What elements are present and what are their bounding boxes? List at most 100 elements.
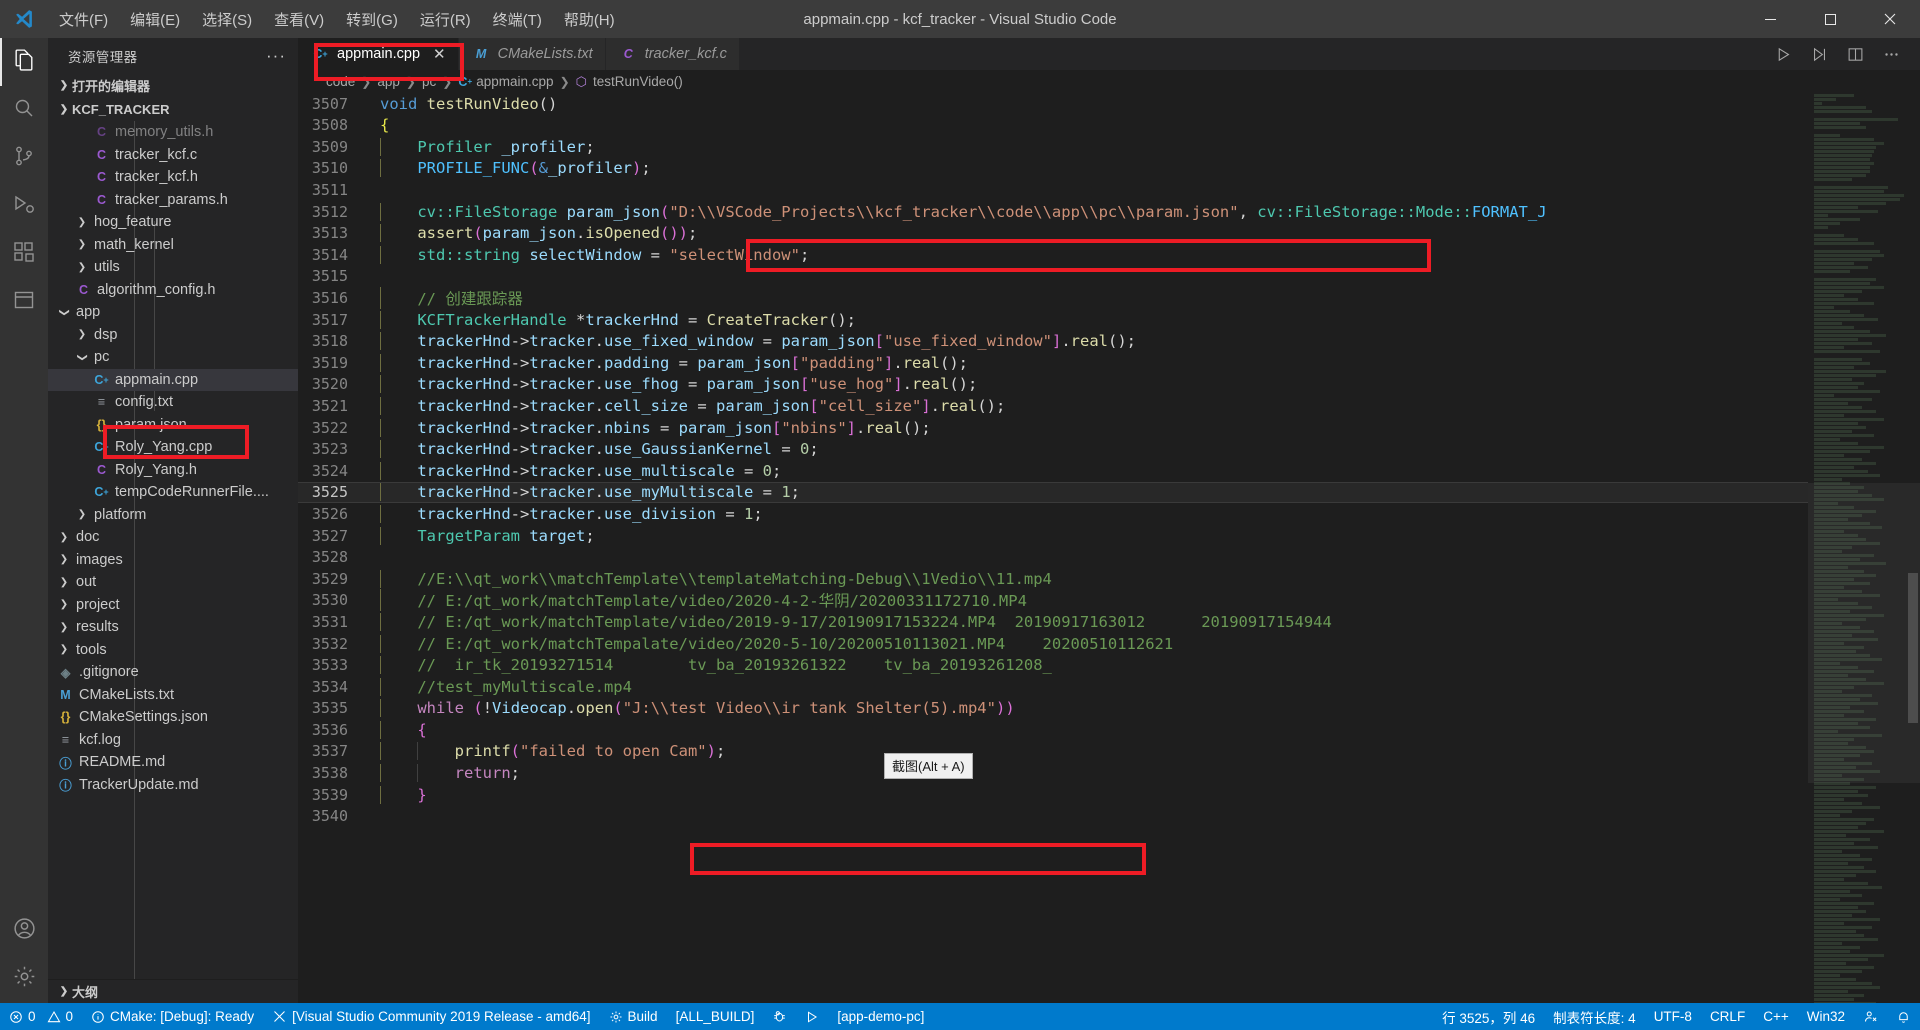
split-editor-icon[interactable] (1840, 39, 1870, 69)
activity-explorer[interactable] (0, 38, 48, 86)
tree-file[interactable]: ≡ kcf.log (48, 729, 298, 752)
code-line[interactable]: 3521 trackerHnd->tracker.cell_size = par… (298, 395, 1808, 417)
menu-go[interactable]: 转到(G) (335, 0, 409, 38)
tree-file[interactable]: Ctracker_params.h (48, 189, 298, 212)
tab-CMakeLists-txt[interactable]: M CMakeLists.txt (458, 38, 606, 71)
tree-folder[interactable]: ❯ results (48, 616, 298, 639)
code-line[interactable]: 3529 //E:\\qt_work\\matchTemplate\\templ… (298, 568, 1808, 590)
code-line[interactable]: 3528 (298, 546, 1808, 568)
tree-file[interactable]: Cmemory_utils.h (48, 121, 298, 144)
code-line[interactable]: 3532 // E:/qt_work/matchTempalate/video/… (298, 633, 1808, 655)
status-build[interactable]: Build (600, 1003, 667, 1030)
more-actions-icon[interactable] (1876, 39, 1906, 69)
code-line[interactable]: 3513 assert(param_json.isOpened()); (298, 222, 1808, 244)
minimap-slider[interactable] (1808, 482, 1920, 783)
tree-folder[interactable]: ❯ platform (48, 504, 298, 527)
code-line[interactable]: 3535 while (!Videocap.open("J:\\test Vid… (298, 697, 1808, 719)
code-line[interactable]: 3509 Profiler _profiler; (298, 136, 1808, 158)
tree-folder[interactable]: ❯ project (48, 594, 298, 617)
breadcrumb-item[interactable]: pc (422, 74, 436, 89)
run-and-debug-icon[interactable] (1804, 39, 1834, 69)
code-line[interactable]: 3525 trackerHnd->tracker.use_myMultiscal… (298, 481, 1808, 504)
code-line[interactable]: 3518 trackerHnd->tracker.use_fixed_windo… (298, 330, 1808, 352)
tree-folder[interactable]: ❯ doc (48, 526, 298, 549)
menu-view[interactable]: 查看(V) (263, 0, 335, 38)
menu-help[interactable]: 帮助(H) (553, 0, 626, 38)
status-eol[interactable]: CRLF (1701, 1003, 1754, 1030)
tree-file[interactable]: {} param.json (48, 414, 298, 437)
code-line[interactable]: 3523 trackerHnd->tracker.use_GaussianKer… (298, 438, 1808, 460)
menu-terminal[interactable]: 终端(T) (482, 0, 553, 38)
breadcrumb-item[interactable]: code (326, 74, 355, 89)
tree-file[interactable]: M CMakeLists.txt (48, 684, 298, 707)
tree-file[interactable]: Calgorithm_config.h (48, 279, 298, 302)
menu-bar[interactable]: 文件(F) 编辑(E) 选择(S) 查看(V) 转到(G) 运行(R) 终端(T… (48, 0, 626, 38)
breadcrumb-item[interactable]: C + appmain.cpp (458, 74, 553, 89)
code-line[interactable]: 3531 // E:/qt_work/matchTemplate/video/2… (298, 611, 1808, 633)
status-notifications[interactable] (1887, 1003, 1920, 1030)
tree-file[interactable]: ≡ config.txt (48, 391, 298, 414)
code-editor[interactable]: 3507 void testRunVideo() 3508{3509 Profile… (298, 92, 1920, 1003)
code-line[interactable]: 3527 TargetParam target; (298, 525, 1808, 547)
code-line[interactable]: 3526 trackerHnd->tracker.use_division = … (298, 503, 1808, 525)
tree-file[interactable]: C + Roly_Yang.cpp (48, 436, 298, 459)
code-line[interactable]: 3507 void testRunVideo() (298, 93, 1808, 115)
code-line[interactable]: 3520 trackerHnd->tracker.use_fhog = para… (298, 374, 1808, 396)
status-cmake[interactable]: CMake: [Debug]: Ready (82, 1003, 263, 1030)
tree-folder[interactable]: ❯ utils (48, 256, 298, 279)
status-indentation[interactable]: 制表符长度: 4 (1544, 1003, 1645, 1030)
status-launch-target[interactable]: [app-demo-pc] (828, 1003, 933, 1030)
status-build-target[interactable]: [ALL_BUILD] (667, 1003, 764, 1030)
breadcrumb[interactable]: code ❯ app ❯ pc ❯ C + appmain.cpp ❯ ⬡ testRunVideo(… (298, 70, 1920, 93)
code-line[interactable]: 3534 //test_myMultiscale.mp4 (298, 676, 1808, 698)
tree-folder[interactable]: ❯ images (48, 549, 298, 572)
tree-folder[interactable]: ❯ tools (48, 639, 298, 662)
explorer-more-icon[interactable]: ··· (266, 47, 286, 64)
activity-settings[interactable] (0, 955, 48, 1003)
menu-run[interactable]: 运行(R) (409, 0, 482, 38)
tab-list[interactable]: C + appmain.cpp ✕ M CMakeLists.txt Ctracker_kc… (298, 38, 740, 71)
code-line[interactable]: 3519 trackerHnd->tracker.padding = param… (298, 352, 1808, 374)
code-line[interactable]: 3508 { (298, 114, 1808, 136)
menu-selection[interactable]: 选择(S) (191, 0, 263, 38)
code-line[interactable]: 3524 trackerHnd->tracker.use_multiscale … (298, 460, 1808, 482)
code-line[interactable]: 3538 return; (298, 762, 1808, 784)
code-line[interactable]: 3537 printf("failed to open Cam"); (298, 741, 1808, 763)
close-button[interactable] (1860, 0, 1920, 38)
tree-file[interactable]: C + tempCodeRunnerFile.... (48, 481, 298, 504)
activity-accounts[interactable] (0, 907, 48, 955)
code-line[interactable]: 3515 (298, 266, 1808, 288)
code-line[interactable]: 3517 KCFTrackerHandle *trackerHnd = Crea… (298, 309, 1808, 331)
status-encoding[interactable]: UTF-8 (1645, 1003, 1701, 1030)
tree-file[interactable]: Ctracker_kcf.c (48, 144, 298, 167)
tree-file[interactable]: ⓘ TrackerUpdate.md (48, 774, 298, 797)
tree-folder[interactable]: ❯ app (48, 301, 298, 324)
activity-run-debug[interactable] (0, 182, 48, 230)
code-line[interactable]: 3530 // E:/qt_work/matchTemplate/video/2… (298, 589, 1808, 612)
status-feedback[interactable] (1854, 1003, 1887, 1030)
status-cmake-kit[interactable]: [Visual Studio Community 2019 Release - … (263, 1003, 599, 1030)
activity-search[interactable] (0, 86, 48, 134)
breadcrumb-item[interactable]: ⬡ testRunVideo() (576, 74, 683, 90)
code-line[interactable]: 3512 cv::FileStorage param_json("D:\\VSC… (298, 201, 1808, 223)
tab-appmain-cpp[interactable]: C + appmain.cpp ✕ (298, 38, 459, 71)
tree-folder[interactable]: ❯ out (48, 571, 298, 594)
code-line[interactable]: 3514 std::string selectWindow = "selectW… (298, 244, 1808, 266)
code-line[interactable]: 3540 (298, 805, 1808, 827)
status-cursor-position[interactable]: 行 3525，列 46 (1433, 1003, 1544, 1030)
open-editors-section[interactable]: ❯ 打开的编辑器 (48, 73, 298, 97)
tree-folder[interactable]: ❯ pc (48, 346, 298, 369)
status-platform[interactable]: Win32 (1798, 1003, 1854, 1030)
run-code-icon[interactable] (1768, 39, 1798, 69)
project-root-section[interactable]: ❯ KCF_TRACKER (48, 97, 298, 121)
code-line[interactable]: 3536 { (298, 719, 1808, 741)
code-line[interactable]: 3516 // 创建跟踪器 (298, 287, 1808, 309)
activity-cmake[interactable] (0, 278, 48, 326)
code-lines[interactable]: 3507 void testRunVideo() 3508{3509 Profile… (298, 93, 1808, 1003)
code-line[interactable]: 3510 PROFILE_FUNC(&_profiler); (298, 158, 1808, 180)
tree-file[interactable]: C Roly_Yang.h (48, 459, 298, 482)
tree-file[interactable]: Ctracker_kcf.h (48, 166, 298, 189)
tree-file[interactable]: {} CMakeSettings.json (48, 706, 298, 729)
status-language-mode[interactable]: C++ (1754, 1003, 1798, 1030)
file-tree[interactable]: Cmemory_utils.h Ctracker_kcf.c Ctracker_kc… (48, 121, 298, 979)
